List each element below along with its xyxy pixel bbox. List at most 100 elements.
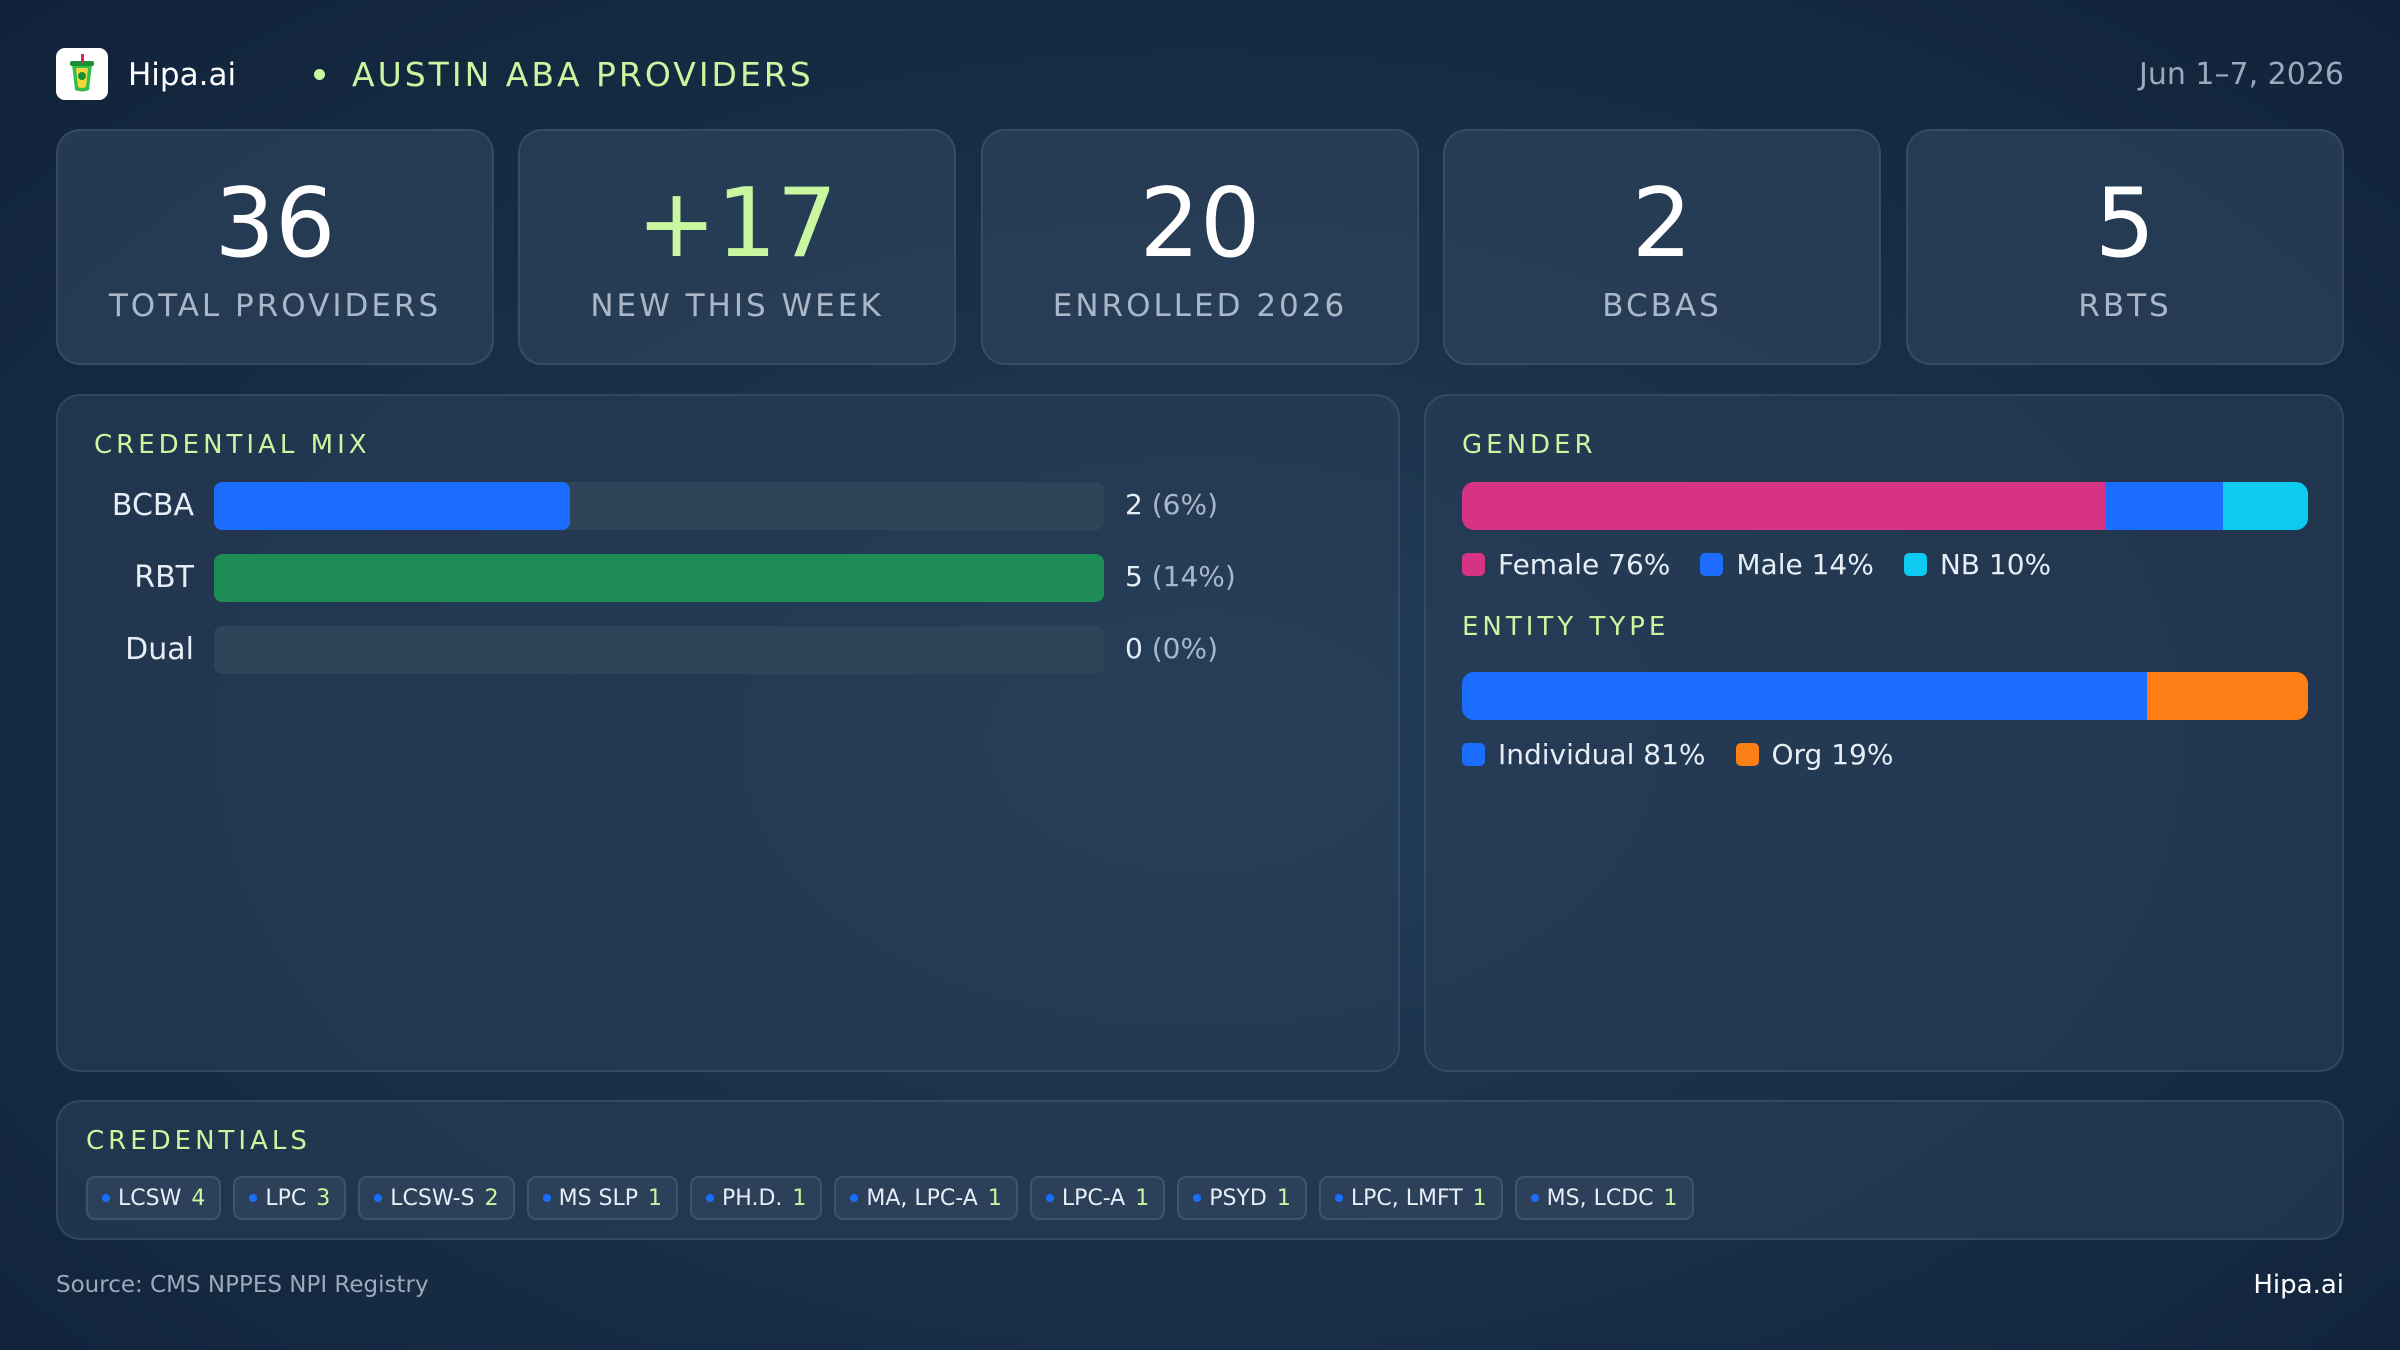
credentials-panel: CREDENTIALS LCSW 4 LPC 3 LCSW-S 2 MS SLP 1 PH.D.… [56,1100,2344,1240]
credential-chip[interactable]: LPC-A 1 [1029,1176,1166,1220]
bar-value-dual: 0 (0%) [1125,632,1218,665]
stat-card-rbts: 5 RBTS [1906,129,2344,365]
bar-percent: (14%) [1151,560,1236,593]
legend-swatch [1462,743,1485,766]
date-range: Jun 1–7, 2026 [2138,57,2344,92]
entity-type-legend: Individual 81% Org 19% [1462,738,1923,771]
chip-count: 1 [1135,1185,1150,1211]
legend-label: NB 10% [1939,548,2052,581]
gender-segment-1 [2104,482,2224,530]
bar-track-rbt [214,554,1104,602]
chip-count: 4 [191,1185,206,1211]
credential-chip-list: LCSW 4 LPC 3 LCSW-S 2 MS SLP 1 PH.D. 1 MA, LPC-A 1 L… [86,1176,1706,1220]
chip-label: LCSW [118,1185,182,1211]
stat-label: ENROLLED 2026 [1052,288,1348,324]
chip-label: PH.D. [722,1185,783,1211]
bar-value-rbt: 5 (14%) [1125,560,1236,593]
bar-count: 2 [1125,488,1143,521]
stat-card-bcbas: 2 BCBAS [1443,129,1881,365]
credential-chip[interactable]: LCSW 4 [86,1176,222,1220]
bar-percent: (0%) [1151,632,1219,665]
panel-title-entity-type: ENTITY TYPE [1462,612,1670,642]
chip-dot-icon [1530,1194,1539,1202]
chip-count: 1 [648,1185,663,1211]
panel-title: CREDENTIALS [86,1126,311,1156]
stat-label: BCBAS [1602,288,1722,324]
credential-chip[interactable]: LPC, LMFT 1 [1318,1176,1503,1220]
chip-dot-icon [850,1194,859,1202]
legend-swatch [1462,553,1485,576]
legend-item: Org 19% [1735,738,1894,771]
legend-label: Male 14% [1736,548,1874,581]
credential-chip[interactable]: MA, LPC-A 1 [834,1176,1018,1220]
footer-brand: Hipa.ai [2253,1270,2344,1300]
stat-value: 5 [2094,169,2156,279]
bar-track-dual [214,626,1104,674]
legend-label: Org 19% [1771,738,1894,771]
chip-count: 2 [484,1185,499,1211]
gender-segment-0 [1462,482,2105,530]
credential-chip[interactable]: LCSW-S 2 [358,1176,515,1220]
stat-card-enrolled: 20 ENROLLED 2026 [981,129,1419,365]
chip-dot-icon [1045,1194,1054,1202]
chip-dot-icon [1193,1194,1202,1202]
chip-dot-icon [102,1194,110,1202]
app-logo[interactable] [56,48,108,100]
header: Hipa.ai AUSTIN ABA PROVIDERS Jun 1–7, 20… [56,48,2344,100]
stat-value: +17 [636,169,838,279]
chip-dot-icon [249,1194,258,1202]
credential-chip[interactable]: LPC 3 [233,1176,347,1220]
chip-label: LPC, LMFT [1350,1185,1463,1211]
title-separator-dot [314,69,325,80]
gender-legend: Female 76% Male 14% NB 10% [1462,548,2081,581]
gender-segment-2 [2223,482,2308,530]
credential-chip[interactable]: MS, LCDC 1 [1514,1176,1694,1220]
chip-label: MS, LCDC [1546,1185,1654,1211]
bar-label-bcba: BCBA [111,488,194,523]
legend-swatch [1903,553,1927,576]
bar-label-dual: Dual [125,632,194,667]
chip-count: 1 [1276,1185,1291,1211]
page-title: AUSTIN ABA PROVIDERS [352,55,814,94]
chip-dot-icon [1334,1194,1343,1202]
entity-type-stacked-bar [1462,672,2308,720]
legend-label: Individual 81% [1498,738,1706,771]
entity-type-segment-1 [2147,672,2308,720]
legend-item: NB 10% [1903,548,2052,581]
chip-label: LPC [265,1185,307,1211]
legend-label: Female 76% [1498,548,1671,581]
stat-card-new-this-week: +17 NEW THIS WEEK [518,129,956,365]
entity-type-segment-0 [1462,672,2148,720]
chip-label: LPC-A [1061,1185,1126,1211]
credential-chip[interactable]: PH.D. 1 [690,1176,823,1220]
gender-stacked-bar [1462,482,2308,530]
chip-count: 3 [316,1185,331,1211]
source-note: Source: CMS NPPES NPI Registry [56,1272,429,1298]
bar-fill-rbt [214,554,1104,602]
legend-swatch [1700,553,1724,576]
chip-count: 1 [987,1185,1002,1211]
bar-percent: (6%) [1151,488,1219,521]
bar-label-rbt: RBT [134,560,194,595]
stat-value: 20 [1139,169,1261,279]
demographics-panel: GENDER Female 76% Male 14% NB 10% ENTITY T… [1424,394,2344,1072]
legend-item: Individual 81% [1462,738,1706,771]
cup-icon [70,54,94,92]
chip-label: MS SLP [558,1185,639,1211]
panel-title-gender: GENDER [1462,430,1597,460]
chip-label: PSYD [1209,1185,1267,1211]
chip-count: 1 [792,1185,807,1211]
bar-count: 5 [1125,560,1143,593]
stat-label: RBTS [2078,288,2172,324]
chip-label: MA, LPC-A [866,1185,978,1211]
chip-count: 1 [1472,1185,1487,1211]
bar-count: 0 [1125,632,1143,665]
legend-swatch [1735,743,1759,766]
stat-value: 2 [1631,169,1693,279]
panel-title: CREDENTIAL MIX [94,430,371,460]
credential-chip[interactable]: PSYD 1 [1177,1176,1307,1220]
stat-label: NEW THIS WEEK [590,288,884,324]
chip-dot-icon [374,1194,383,1202]
credential-chip[interactable]: MS SLP 1 [526,1176,679,1220]
brand-name: Hipa.ai [128,57,237,93]
